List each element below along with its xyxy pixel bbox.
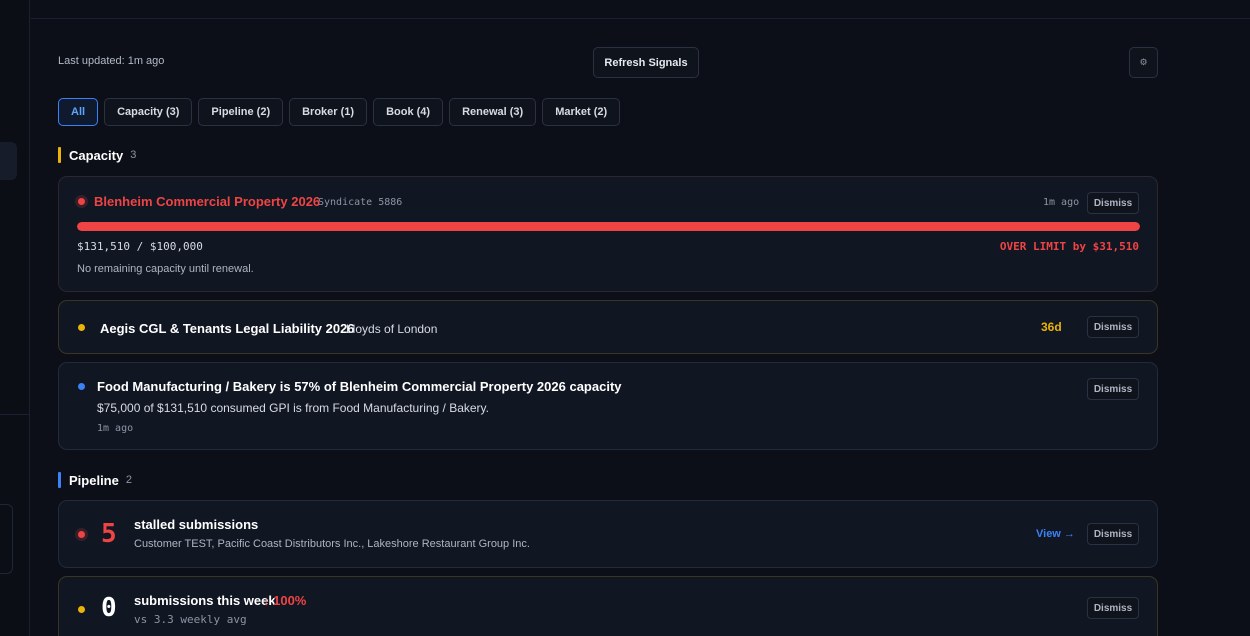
settings-button[interactable]: ⚙ [1129,47,1158,78]
card-note: No remaining capacity until renewal. [77,263,254,275]
section-capacity-header: Capacity 3 [58,147,136,163]
trend-change: ↓ 100% [263,593,307,608]
capacity-progress-fill [77,222,1140,231]
metric-number: 5 [101,519,117,549]
card-detail: $75,000 of $131,510 consumed GPI is from… [97,401,489,415]
last-updated-text: Last updated: 1m ago [58,55,165,67]
section-pipeline-header: Pipeline 2 [58,472,132,488]
signal-card-blenheim: Blenheim Commercial Property 2026 Syndic… [58,176,1158,292]
capacity-progress-bar [77,222,1140,231]
timestamp: 1m ago [97,423,134,434]
section-accent-bar [58,472,61,488]
syndicate-label: Syndicate 5886 [318,197,403,208]
gear-icon: ⚙ [1139,57,1148,67]
toolbar: Last updated: 1m ago Refresh Signals ⚙ [58,47,1158,78]
view-link[interactable]: View → [1036,528,1075,540]
dismiss-button[interactable]: Dismiss [1087,192,1139,214]
section-title: Pipeline [69,472,119,488]
sidebar-card[interactable] [0,504,13,574]
card-title: Blenheim Commercial Property 2026 [94,194,321,209]
dismiss-button[interactable]: Dismiss [1087,597,1139,619]
filter-all[interactable]: All [58,98,99,126]
severity-dot-info [78,383,85,390]
card-detail: vs 3.3 weekly avg [134,613,247,626]
card-title: stalled submissions [134,517,259,532]
dismiss-button[interactable]: Dismiss [1087,316,1139,338]
dismiss-button[interactable]: Dismiss [1087,378,1139,400]
timestamp: 1m ago [1043,197,1080,208]
filter-chips: All Capacity (3) Pipeline (2) Broker (1)… [58,98,621,126]
dismiss-button[interactable]: Dismiss [1087,523,1139,545]
severity-dot-critical [78,531,85,538]
filter-renewal[interactable]: Renewal (3) [449,98,537,126]
filter-capacity[interactable]: Capacity (3) [104,98,193,126]
signal-card-food-manufacturing: Food Manufacturing / Bakery is 57% of Bl… [58,362,1158,450]
signal-card-aegis: Aegis CGL & Tenants Legal Liability 2026… [58,300,1158,354]
over-limit-text: OVER LIMIT by $31,510 [999,240,1139,253]
left-sidebar [0,0,30,636]
metric-number: 0 [101,593,117,623]
filter-book[interactable]: Book (4) [373,98,444,126]
card-detail: Customer TEST, Pacific Coast Distributor… [134,538,530,550]
filter-broker[interactable]: Broker (1) [289,98,368,126]
section-title: Capacity [69,147,124,163]
capacity-usage: $131,510 / $100,000 [77,240,203,253]
severity-dot-warning [78,324,85,331]
sidebar-active-item[interactable] [0,142,17,180]
signal-card-weekly-submissions: 0 submissions this week ↓ 100% vs 3.3 we… [58,576,1158,636]
filter-market[interactable]: Market (2) [542,98,621,126]
market-label: Lloyds of London [346,322,438,336]
card-title: Aegis CGL & Tenants Legal Liability 2026 [100,321,355,336]
card-title: Food Manufacturing / Bakery is 57% of Bl… [97,379,622,394]
section-accent-bar [58,147,61,163]
days-remaining: 36d [1041,320,1062,334]
sidebar-divider [0,414,30,415]
refresh-signals-button[interactable]: Refresh Signals [593,47,699,78]
topbar-divider [31,18,1250,19]
card-title: submissions this week [134,593,276,608]
severity-dot-warning [78,606,85,613]
section-count: 2 [125,474,132,486]
filter-pipeline[interactable]: Pipeline (2) [198,98,284,126]
section-count: 3 [130,149,137,161]
signal-card-stalled-submissions: 5 stalled submissions Customer TEST, Pac… [58,500,1158,568]
severity-dot-critical [78,198,85,205]
